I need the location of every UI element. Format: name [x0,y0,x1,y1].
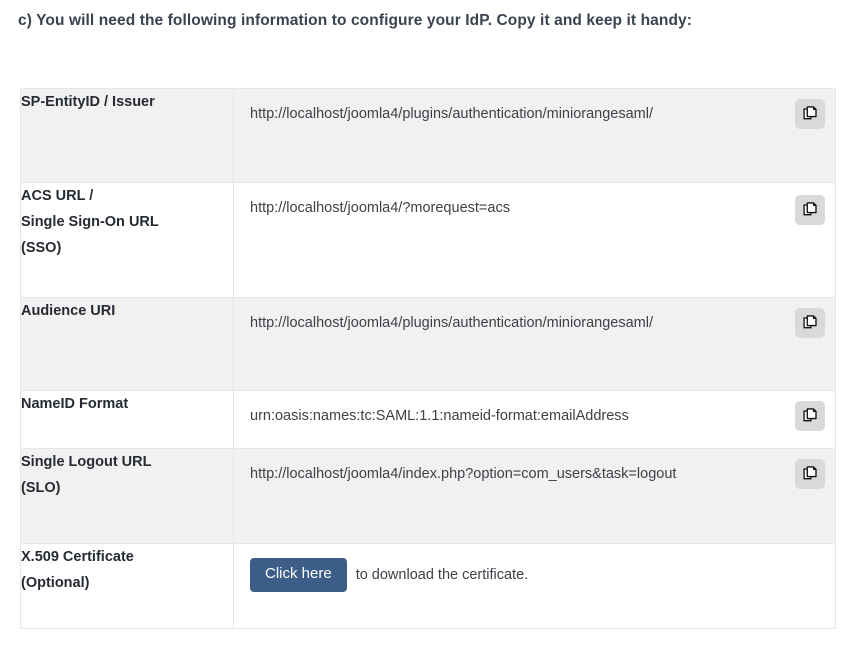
table-row: X.509 Certificate (Optional) Click here … [20,543,836,629]
copy-icon-button-single-logout-url[interactable] [795,459,825,489]
copy-icon [802,407,819,425]
idp-info-table: SP-EntityID / Issuer http://localhost/jo… [20,88,836,629]
value-text: urn:oasis:names:tc:SAML:1.1:nameid-forma… [250,408,629,424]
row-value-sp-entityid: http://localhost/joomla4/plugins/authent… [233,88,836,183]
row-value-acs-url: http://localhost/joomla4/?morequest=acs [233,182,836,298]
table-row: ACS URL / Single Sign-On URL (SSO) http:… [20,182,836,298]
value-text: http://localhost/joomla4/plugins/authent… [250,315,654,331]
row-label-x509-certificate: X.509 Certificate (Optional) [20,543,234,629]
row-label-acs-url: ACS URL / Single Sign-On URL (SSO) [20,182,234,298]
label-line: X.509 Certificate [21,549,134,565]
label-line: (SSO) [21,240,62,256]
download-certificate-button[interactable]: Click here [250,558,347,592]
copy-icon-button-acs-url[interactable] [795,195,825,225]
page-heading: c) You will need the following informati… [18,12,693,29]
label-line: ACS URL / [21,188,94,204]
row-value-x509-certificate: Click here to download the certificate. [233,543,836,629]
label-line: Single Sign-On URL [21,214,159,230]
label-line: (SLO) [21,480,61,496]
label-line: Single Logout URL [21,454,152,470]
copy-icon-button-audience-uri[interactable] [795,308,825,338]
row-label-nameid-format: NameID Format [20,390,234,449]
certificate-note: to download the certificate. [355,566,529,583]
copy-icon [802,105,819,123]
copy-icon-button-nameid-format[interactable] [795,401,825,431]
row-value-audience-uri: http://localhost/joomla4/plugins/authent… [233,297,836,391]
row-value-single-logout-url: http://localhost/joomla4/index.php?optio… [233,448,836,544]
row-label-audience-uri: Audience URI [20,297,234,391]
label-line: (Optional) [21,575,90,591]
copy-icon-button-sp-entityid[interactable] [795,99,825,129]
table-row: SP-EntityID / Issuer http://localhost/jo… [20,88,836,183]
value-text: http://localhost/joomla4/plugins/authent… [250,106,654,122]
row-label-single-logout-url: Single Logout URL (SLO) [20,448,234,544]
idp-configuration-info-page: c) You will need the following informati… [0,0,858,650]
copy-icon [802,201,819,219]
value-text: http://localhost/joomla4/?morequest=acs [250,200,510,216]
row-label-sp-entityid: SP-EntityID / Issuer [20,88,234,183]
table-row: Audience URI http://localhost/joomla4/pl… [20,297,836,391]
value-text: http://localhost/joomla4/index.php?optio… [250,466,677,482]
table-row: Single Logout URL (SLO) http://localhost… [20,448,836,544]
table-row: NameID Format urn:oasis:names:tc:SAML:1.… [20,390,836,449]
copy-icon [802,314,819,332]
row-value-nameid-format: urn:oasis:names:tc:SAML:1.1:nameid-forma… [233,390,836,449]
copy-icon [802,465,819,483]
